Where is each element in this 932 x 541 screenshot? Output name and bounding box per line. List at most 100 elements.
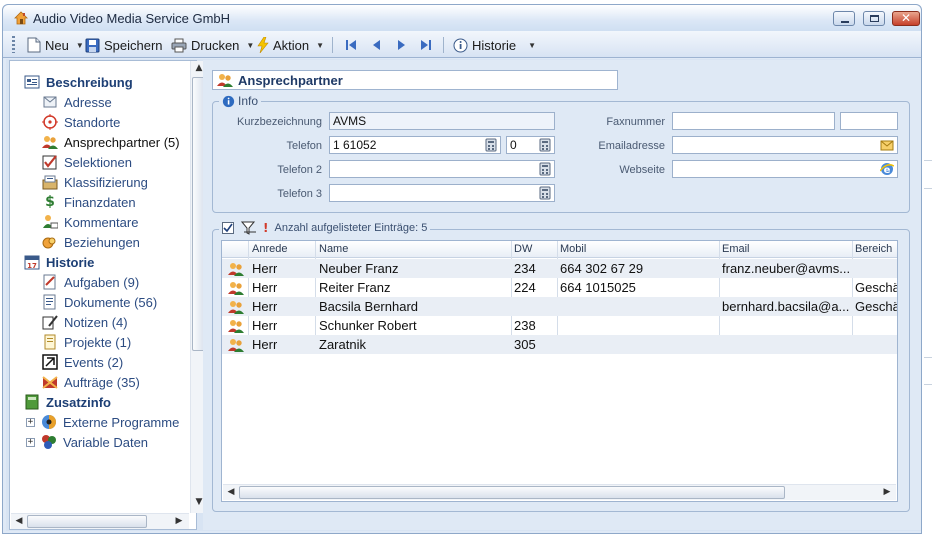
expand-icon[interactable]: +	[26, 437, 35, 447]
classification-icon	[42, 175, 58, 190]
sidebar-item-label: Finanzdaten	[64, 194, 136, 210]
column-header-bereich[interactable]: Bereich	[855, 243, 892, 255]
phone-dial-icon[interactable]	[538, 162, 552, 176]
cell-dw: 238	[514, 318, 536, 333]
last-record-icon[interactable]	[419, 38, 433, 52]
phone-dial-icon[interactable]	[538, 186, 552, 200]
app-window: Audio Video Media Service GmbH ✕ Neu ▼ Sp…	[0, 0, 932, 541]
toolbar-grip[interactable]	[12, 36, 15, 53]
sidebar-group-label: Beschreibung	[46, 74, 133, 90]
sidebar-item-auftraege[interactable]: Aufträge (35)	[42, 373, 140, 391]
project-icon	[44, 334, 56, 350]
sidebar-item-projekte[interactable]: Projekte (1)	[42, 333, 131, 351]
dollar-icon: $	[45, 194, 55, 210]
chevron-down-icon: ▼	[316, 40, 325, 50]
sidebar-item-notizen[interactable]: Notizen (4)	[42, 313, 128, 331]
sidebar-horizontal-scrollbar[interactable]: ◀ ▶	[11, 513, 189, 529]
sidebar-item-label: Variable Daten	[63, 434, 149, 450]
sidebar-item-selektionen[interactable]: Selektionen	[42, 153, 132, 171]
close-icon: ✕	[900, 11, 912, 25]
email-label: Emailadresse	[598, 140, 665, 152]
scroll-left-icon[interactable]: ◀	[223, 487, 239, 497]
sidebar-group-label: Zusatzinfo	[46, 394, 111, 410]
sidebar-item-variable-daten[interactable]: + Variable Daten	[26, 433, 148, 451]
column-header-name[interactable]: Name	[319, 243, 348, 255]
table-row[interactable]: Herr Bacsila Bernhard bernhard.bacsila@a..…	[222, 297, 897, 316]
grid-horizontal-scrollbar[interactable]: ◀ ▶	[223, 484, 896, 500]
scroll-left-icon[interactable]: ◀	[11, 516, 27, 526]
filter-icon[interactable]	[241, 221, 257, 235]
cell-anrede: Herr	[252, 318, 278, 333]
cell-name: Neuber Franz	[319, 261, 399, 276]
event-icon	[42, 354, 58, 370]
sidebar-item-standorte[interactable]: Standorte	[42, 113, 120, 131]
first-record-icon[interactable]	[344, 38, 358, 52]
sidebar-item-adresse[interactable]: Adresse	[42, 93, 112, 111]
history-button[interactable]: Historie ▼	[453, 35, 536, 55]
column-header-email[interactable]: Email	[722, 243, 750, 255]
column-header-mobil[interactable]: Mobil	[560, 243, 586, 255]
maximize-button[interactable]	[863, 11, 885, 26]
phone-dial-icon[interactable]	[538, 138, 552, 152]
phone-field[interactable]: 1 61052	[329, 136, 501, 154]
cell-name: Reiter Franz	[319, 280, 391, 295]
table-row[interactable]: Herr Reiter Franz 224 664 1015025 Geschä	[222, 278, 897, 297]
grid-hscroll-thumb[interactable]	[239, 486, 785, 499]
expand-icon[interactable]: +	[26, 417, 35, 427]
cell-name: Bacsila Bernhard	[319, 299, 418, 314]
cell-name: Zaratnik	[319, 337, 366, 352]
sidebar-item-aufgaben[interactable]: Aufgaben (9)	[42, 273, 139, 291]
sidebar-hscroll-thumb[interactable]	[27, 515, 147, 528]
previous-record-icon[interactable]	[370, 38, 384, 52]
toolbar-separator	[443, 37, 444, 53]
edge-marker	[924, 160, 932, 161]
sidebar-item-events[interactable]: Events (2)	[42, 353, 123, 371]
table-row[interactable]: Herr Neuber Franz 234 664 302 67 29 franz.ne…	[222, 259, 897, 278]
toolbar-separator	[332, 37, 333, 53]
print-button[interactable]: Drucken ▼	[171, 35, 254, 55]
sidebar-item-klassifizierung[interactable]: Klassifizierung	[42, 173, 148, 191]
sidebar-item-dokumente[interactable]: Dokumente (56)	[42, 293, 157, 311]
contact-icon	[228, 282, 244, 295]
relations-icon	[42, 237, 56, 249]
sidebar-group-beschreibung[interactable]: Beschreibung	[24, 73, 133, 91]
sidebar-group-zusatzinfo[interactable]: Zusatzinfo	[24, 393, 111, 411]
table-row[interactable]: Herr Schunker Robert 238	[222, 316, 897, 335]
sidebar-item-label: Adresse	[64, 94, 112, 110]
sidebar-item-ansprechpartner[interactable]: Ansprechpartner (5)	[42, 133, 180, 151]
email-field[interactable]	[672, 136, 898, 154]
short-name-field[interactable]: AVMS	[329, 112, 555, 130]
website-field[interactable]	[672, 160, 898, 178]
sidebar-item-beziehungen[interactable]: Beziehungen	[42, 233, 140, 251]
table-row[interactable]: Herr Zaratnik 305	[222, 335, 897, 354]
column-header-dw[interactable]: DW	[514, 243, 532, 255]
new-button[interactable]: Neu ▼	[27, 35, 84, 55]
column-header-anrede[interactable]: Anrede	[252, 243, 287, 255]
contacts-grid: Anrede Name DW Mobil Email Bereich Herr N…	[221, 240, 898, 502]
phone2-field[interactable]	[329, 160, 555, 178]
select-all-checkbox[interactable]	[222, 222, 234, 234]
app-house-icon	[13, 10, 29, 26]
save-button[interactable]: Speichern	[85, 35, 163, 55]
sidebar-item-finanzdaten[interactable]: $ Finanzdaten	[42, 193, 136, 211]
minimize-icon	[841, 21, 849, 23]
sidebar-group-historie[interactable]: 17 Historie	[24, 253, 94, 271]
sidebar-item-label: Notizen (4)	[64, 314, 128, 330]
action-button[interactable]: Aktion ▼	[257, 35, 324, 55]
minimize-button[interactable]	[833, 11, 855, 26]
scroll-right-icon[interactable]: ▶	[879, 487, 895, 497]
envelope-icon[interactable]	[880, 138, 894, 152]
print-label: Drucken	[191, 37, 240, 53]
scroll-right-icon[interactable]: ▶	[171, 516, 187, 526]
sidebar-item-kommentare[interactable]: Kommentare	[42, 213, 138, 231]
fax-field[interactable]	[672, 112, 835, 130]
phone3-field[interactable]	[329, 184, 555, 202]
close-button[interactable]: ✕	[892, 11, 920, 26]
sidebar-item-externe-programme[interactable]: + Externe Programme	[26, 413, 179, 431]
fax-extension-field[interactable]	[840, 112, 898, 130]
browser-icon[interactable]: e	[880, 162, 894, 176]
window-right-edge	[924, 0, 932, 541]
phone3-label: Telefon 3	[277, 188, 322, 200]
next-record-icon[interactable]	[394, 38, 408, 52]
phone-dial-icon[interactable]	[484, 138, 498, 152]
